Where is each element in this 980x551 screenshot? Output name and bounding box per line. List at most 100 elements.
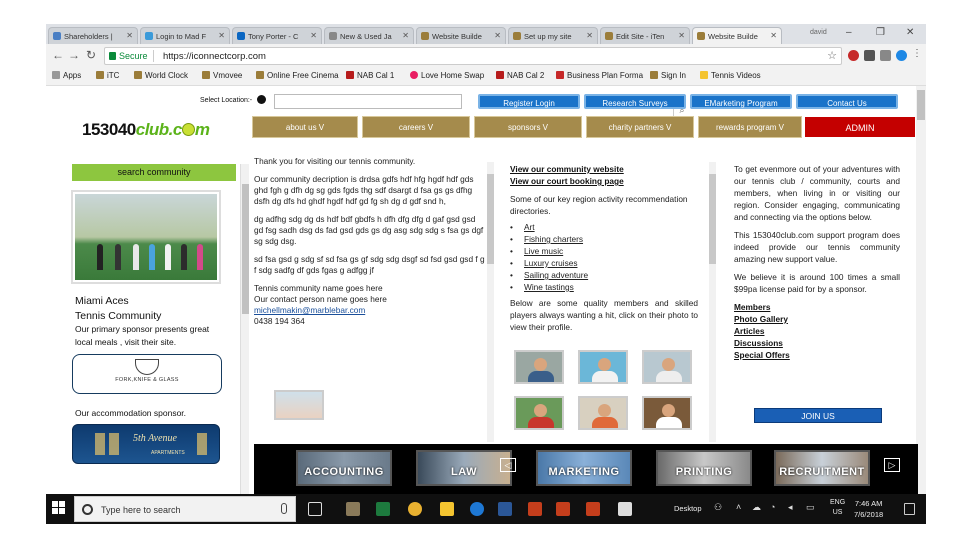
skype-icon[interactable] (896, 50, 907, 61)
extension-icon[interactable] (848, 50, 859, 61)
maximize-icon[interactable]: ❐ (876, 27, 885, 38)
tile-recruitment[interactable]: RECRUITMENT (774, 450, 870, 486)
bookmark-love-home-swap[interactable]: Love Home Swap (410, 71, 484, 80)
network-icon[interactable]: ◔ (770, 502, 775, 512)
court-booking-link[interactable]: View our court booking page (510, 175, 698, 187)
volume-icon[interactable]: ◂ (788, 502, 793, 513)
task-view-icon[interactable] (308, 502, 322, 516)
close-icon[interactable]: ✕ (494, 31, 501, 40)
bookmark-cinema[interactable]: Online Free Cinema (256, 71, 339, 80)
emarketing-program-button[interactable]: EMarketing Program (690, 94, 792, 109)
directory-link-art[interactable]: Art (524, 222, 535, 232)
bookmark-vmovee[interactable]: Vmovee (202, 71, 242, 80)
scrollbar-thumb[interactable] (917, 90, 925, 120)
member-photo[interactable] (514, 396, 564, 430)
file-explorer-icon[interactable] (440, 502, 454, 516)
menu-icon[interactable]: ⋮ (912, 48, 922, 59)
system-clock[interactable]: 7:46 AM 7/6/2018 (854, 498, 883, 520)
nav-about-us[interactable]: about us V (252, 116, 358, 138)
directory-link-sailing[interactable]: Sailing adventure (524, 270, 588, 280)
url-field[interactable]: Secure https://iconnectcorp.com ☆ (104, 47, 842, 65)
nav-charity-partners[interactable]: charity partners V (586, 116, 694, 138)
members-link[interactable]: Members (734, 301, 900, 313)
join-us-button[interactable]: JOIN US (754, 408, 882, 423)
tab-shareholders[interactable]: Shareholders | ✕ (48, 27, 138, 44)
directory-link-fishing[interactable]: Fishing charters (524, 234, 583, 244)
bookmark-world-clock[interactable]: World Clock (134, 71, 188, 80)
battery-icon[interactable]: ▭ (806, 502, 815, 513)
member-photo[interactable] (514, 350, 564, 384)
forward-icon[interactable]: → (68, 48, 80, 62)
articles-link[interactable]: Articles (734, 325, 900, 337)
tab-set-up-site[interactable]: Set up my site ✕ (508, 27, 598, 44)
research-surveys-button[interactable]: Research Surveys (584, 94, 686, 109)
edge-icon[interactable] (470, 502, 484, 516)
tab-new-used[interactable]: New & Used Ja ✕ (324, 27, 414, 44)
contact-photo[interactable] (274, 390, 324, 420)
chrome-icon[interactable] (408, 502, 422, 516)
community-website-link[interactable]: View our community website (510, 163, 698, 175)
nav-sponsors[interactable]: sponsors V (474, 116, 582, 138)
directory-link-wine[interactable]: Wine tastings (524, 282, 574, 292)
tab-tony-porter[interactable]: Tony Porter - C ✕ (232, 27, 322, 44)
store-icon[interactable] (346, 502, 360, 516)
profile-name[interactable]: david (810, 29, 827, 36)
photo-gallery-link[interactable]: Photo Gallery (734, 313, 900, 325)
special-offers-link[interactable]: Special Offers (734, 349, 900, 361)
discussions-link[interactable]: Discussions (734, 337, 900, 349)
word-icon[interactable] (498, 502, 512, 516)
location-info-icon[interactable] (257, 95, 266, 104)
mail-icon[interactable] (618, 502, 632, 516)
minimize-icon[interactable]: – (846, 27, 852, 38)
member-photo[interactable] (642, 350, 692, 384)
search-community-button[interactable]: search community (72, 164, 236, 181)
community-photo[interactable] (71, 190, 221, 284)
desktop-label[interactable]: Desktop (674, 504, 702, 513)
notifications-icon[interactable] (904, 503, 915, 515)
tab-website-builder-active[interactable]: Website Builde ✕ (692, 27, 782, 45)
people-icon[interactable]: ⚇ (714, 502, 722, 513)
member-photo[interactable] (578, 350, 628, 384)
tray-chevron-icon[interactable]: ˄ (736, 502, 741, 512)
site-logo[interactable]: 153040club.c m (82, 120, 210, 140)
close-icon[interactable]: ✕ (770, 31, 777, 40)
powerpoint-icon[interactable] (556, 502, 570, 516)
reload-icon[interactable]: ↻ (86, 48, 96, 62)
windows-start-icon[interactable] (52, 501, 66, 515)
directory-link-live-music[interactable]: Live music (524, 246, 563, 256)
left-scrollbar[interactable] (240, 164, 249, 494)
directory-link-cruises[interactable]: Luxury cruises (524, 258, 578, 268)
scrollbar-thumb[interactable] (487, 174, 494, 264)
page-scrollbar[interactable] (916, 86, 926, 494)
url-text[interactable]: https://iconnectcorp.com (163, 51, 266, 62)
input-language[interactable]: ENG US (830, 498, 845, 518)
window-close-icon[interactable]: ✕ (906, 27, 914, 38)
bookmark-star-icon[interactable]: ☆ (827, 49, 837, 62)
tile-accounting[interactable]: ACCOUNTING (296, 450, 392, 486)
bookmark-business-plan[interactable]: Business Plan Forma (556, 71, 643, 80)
close-icon[interactable]: ✕ (218, 31, 225, 40)
contact-email-link[interactable]: michellmakin@marblebar.com (254, 305, 486, 316)
extension-icon[interactable] (864, 50, 875, 61)
location-search-input[interactable]: ⌕ (274, 94, 685, 117)
tab-edit-site[interactable]: Edit Site - iTen ✕ (600, 27, 690, 44)
microphone-icon[interactable] (281, 503, 287, 514)
contact-us-button[interactable]: Contact Us (796, 94, 898, 109)
close-icon[interactable]: ✕ (402, 31, 409, 40)
nav-rewards-program[interactable]: rewards program V (698, 116, 802, 138)
extension-icon[interactable] (880, 50, 891, 61)
pane-scrollbar[interactable] (709, 162, 716, 442)
pane-scrollbar[interactable] (487, 162, 494, 442)
powerpoint-icon[interactable] (586, 502, 600, 516)
close-icon[interactable]: ✕ (586, 31, 593, 40)
scrollbar-thumb[interactable] (709, 174, 716, 264)
register-login-button[interactable]: Register Login (478, 94, 580, 109)
bookmark-apps[interactable]: Apps (52, 71, 81, 80)
sponsor-logo[interactable]: FORK,KNIFE & GLASS (72, 354, 222, 394)
bookmark-tennis-videos[interactable]: Tennis Videos (700, 71, 761, 80)
tile-printing[interactable]: PRINTING (656, 450, 752, 486)
member-photo[interactable] (578, 396, 628, 430)
scrollbar-thumb[interactable] (242, 184, 249, 314)
back-icon[interactable]: ← (52, 48, 64, 62)
member-photo[interactable] (642, 396, 692, 430)
